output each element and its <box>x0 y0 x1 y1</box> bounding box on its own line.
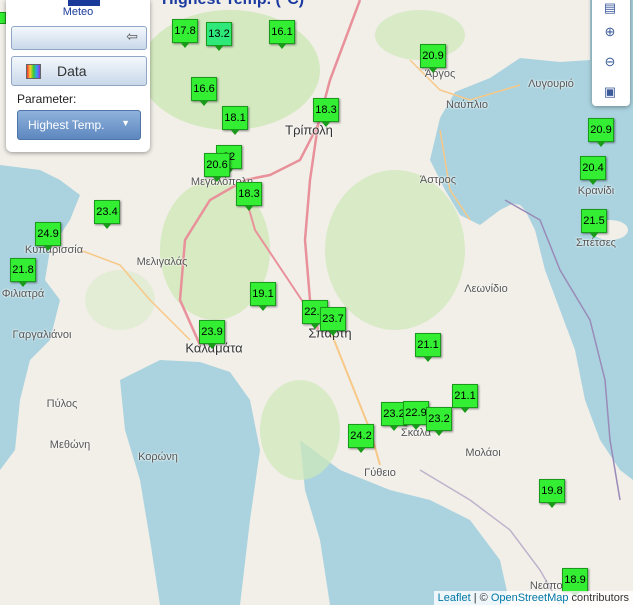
station-marker[interactable]: 17.8 <box>172 19 198 48</box>
station-marker[interactable]: 18.3 <box>313 98 339 127</box>
place-label: Άστρος <box>419 174 457 186</box>
back-button[interactable]: ⇦ <box>11 26 147 50</box>
station-marker[interactable]: 16.1 <box>269 20 295 49</box>
layers-icon[interactable]: ▤ <box>598 0 622 20</box>
station-marker[interactable]: 23.4 <box>94 200 120 229</box>
station-marker[interactable]: 23.2 <box>426 407 452 436</box>
fit-extent-icon[interactable]: ▣ <box>598 80 622 104</box>
place-label: Μολάοι <box>465 447 501 459</box>
parameter-label: Parameter: <box>17 92 77 106</box>
parameter-select-value: Highest Temp. <box>28 118 105 132</box>
station-marker[interactable]: 19.8 <box>539 479 565 508</box>
place-label: Ναύπλιο <box>446 99 488 111</box>
meteo-logo-text: Meteo <box>62 6 94 18</box>
attribution-suffix: contributors <box>568 592 629 604</box>
station-marker[interactable]: 21.5 <box>581 209 607 238</box>
color-palette-icon <box>26 64 41 79</box>
station-marker[interactable]: 19.1 <box>250 282 276 311</box>
data-button[interactable]: Data <box>11 56 147 86</box>
place-label: Γαργαλιάνοι <box>12 329 72 341</box>
attribution: Leaflet | © OpenStreetMap contributors <box>433 591 633 605</box>
station-marker[interactable]: 23.9 <box>199 320 225 349</box>
place-label: Φιλιατρά <box>1 288 45 300</box>
place-label: Κρανίδι <box>577 185 615 197</box>
openstreetmap-link[interactable]: OpenStreetMap <box>491 592 569 604</box>
parameter-select[interactable]: Highest Temp. ▼ <box>17 110 141 140</box>
data-button-label: Data <box>57 63 87 79</box>
place-label: Μεθώνη <box>49 439 91 451</box>
station-marker[interactable]: 21.1 <box>452 384 478 413</box>
attribution-separator: | © <box>470 592 491 604</box>
place-label: Σπέτσες <box>576 237 616 249</box>
zoom-in-icon[interactable]: ⊕ <box>598 20 622 44</box>
place-label: Κορώνη <box>138 451 178 463</box>
place-label: Μελιγαλάς <box>136 256 188 268</box>
back-arrow-icon: ⇦ <box>126 28 138 44</box>
station-marker[interactable]: 21.8 <box>10 258 36 287</box>
place-label: Λεωνίδιο <box>464 283 508 295</box>
station-marker[interactable]: 13.2 <box>206 22 232 51</box>
place-label: Γύθειο <box>364 467 396 479</box>
station-marker[interactable]: 24.2 <box>348 424 374 453</box>
leaflet-link[interactable]: Leaflet <box>438 592 471 604</box>
station-marker[interactable]: 24.9 <box>35 222 61 251</box>
place-label: Πύλος <box>46 398 78 410</box>
caret-down-icon: ▼ <box>121 118 130 128</box>
station-marker[interactable]: 23.7 <box>320 307 346 336</box>
station-marker[interactable]: 18.9 <box>562 568 588 597</box>
station-marker[interactable]: 16.6 <box>191 77 217 106</box>
station-marker[interactable]: 20.9 <box>420 44 446 73</box>
station-marker[interactable]: 20.9 <box>588 118 614 147</box>
map-title: Highest Temp. (°C) <box>162 0 304 9</box>
station-marker[interactable]: 21.1 <box>415 333 441 362</box>
station-marker[interactable]: 18.1 <box>222 106 248 135</box>
place-label: Λυγουριό <box>528 78 574 90</box>
station-marker[interactable]: 18.3 <box>236 182 262 211</box>
station-marker[interactable]: 20.4 <box>580 156 606 185</box>
map-toolbar: ▤ ⊕ ⊖ ▣ <box>592 0 630 106</box>
zoom-out-icon[interactable]: ⊖ <box>598 50 622 74</box>
station-marker[interactable]: 20.6 <box>204 153 230 182</box>
control-panel: Meteo ⇦ Data Parameter: Highest Temp. ▼ <box>6 0 150 152</box>
